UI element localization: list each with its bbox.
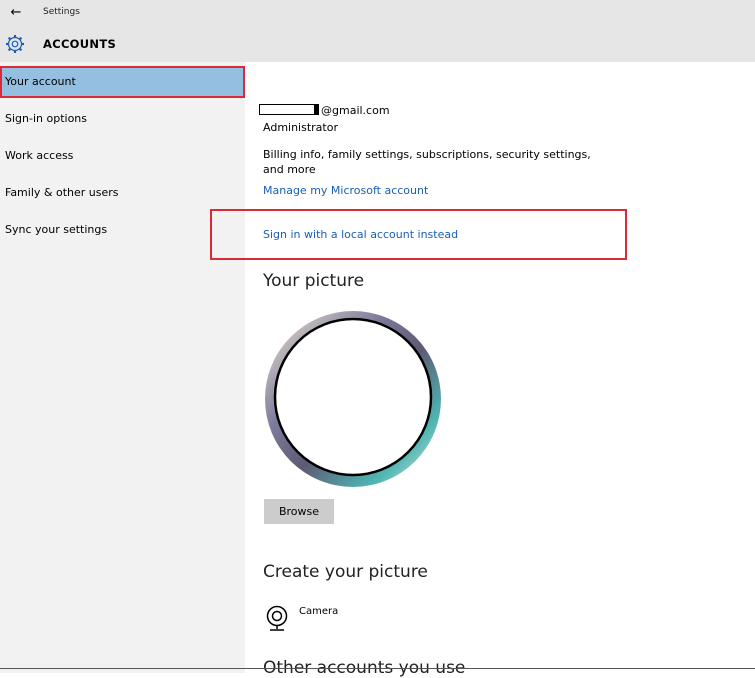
gear-icon — [6, 35, 24, 53]
camera-icon[interactable] — [265, 604, 289, 634]
manage-account-link[interactable]: Manage my Microsoft account — [263, 184, 428, 197]
sidebar-item-work-access[interactable]: Work access — [0, 140, 245, 172]
local-account-link[interactable]: Sign in with a local account instead — [263, 228, 458, 241]
title-bar: ← Settings ACCOUNTS — [0, 0, 755, 62]
sidebar: Your account Sign-in options Work access… — [0, 62, 245, 673]
redacted-email-username — [259, 104, 319, 115]
sidebar-item-sync-settings[interactable]: Sync your settings — [0, 214, 245, 246]
sidebar-item-family-other-users[interactable]: Family & other users — [0, 177, 245, 209]
camera-label[interactable]: Camera — [299, 606, 338, 617]
sidebar-item-label: Family & other users — [5, 186, 119, 199]
account-email: @gmail.com — [321, 104, 390, 117]
avatar — [265, 311, 441, 487]
app-title: Settings — [43, 7, 80, 17]
create-picture-heading: Create your picture — [263, 562, 428, 582]
sidebar-item-label: Sign-in options — [5, 112, 88, 125]
sidebar-item-your-account[interactable]: Your account — [0, 66, 245, 98]
sidebar-item-sign-in-options[interactable]: Sign-in options — [0, 103, 245, 135]
billing-description: Billing info, family settings, subscript… — [263, 148, 591, 176]
account-role: Administrator — [263, 121, 338, 134]
your-picture-heading: Your picture — [263, 271, 365, 291]
back-arrow-icon: ← — [10, 4, 22, 20]
sidebar-item-label: Sync your settings — [5, 223, 108, 236]
back-button[interactable]: ← — [5, 3, 27, 21]
browse-button[interactable]: Browse — [264, 499, 334, 524]
sidebar-item-label: Work access — [5, 149, 74, 162]
bottom-divider — [0, 668, 755, 669]
sidebar-item-label: Your account — [5, 75, 76, 88]
section-title: ACCOUNTS — [43, 37, 117, 51]
